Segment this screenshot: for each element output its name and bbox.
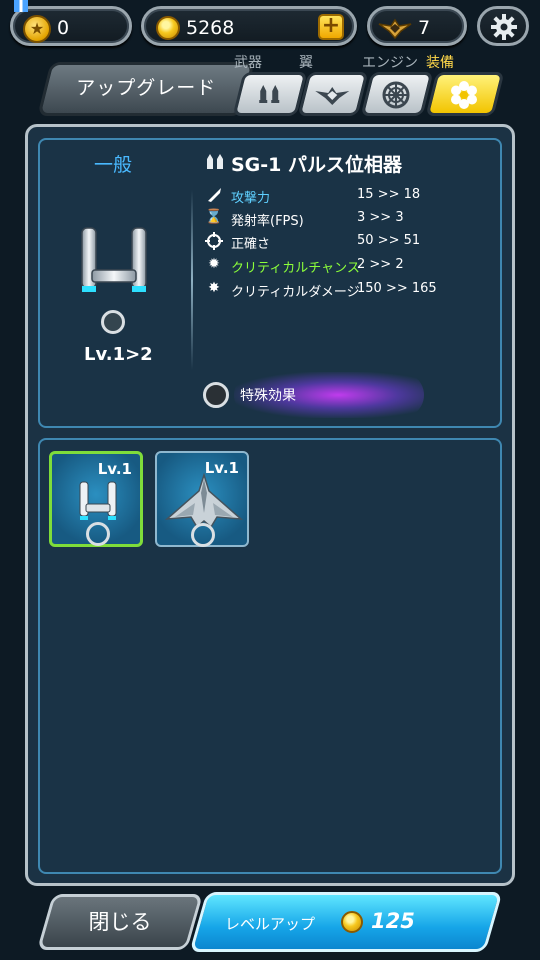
stat-label: クリティカルダメージ: [231, 285, 360, 300]
flower-gear-icon: [451, 81, 478, 109]
special-effect-label: 特殊効果: [240, 388, 296, 404]
upgrade-slot-ring-icon: [101, 310, 125, 334]
item-name: SG-1 パルス位相器: [231, 154, 403, 176]
item-level-change: Lv.1>2: [84, 344, 153, 365]
level-up-cost: 125: [371, 909, 415, 933]
star-medal-icon: ★: [23, 15, 51, 43]
coin-icon: [341, 911, 363, 933]
tab-equipment[interactable]: [425, 72, 505, 116]
jet-fighter-icon: [165, 473, 243, 529]
pulse-phaser-icon: [81, 227, 147, 292]
medal-count: 0: [57, 17, 70, 39]
tab-equipment-label: 装備: [426, 55, 454, 71]
stat-value: 150 >> 165: [357, 281, 437, 296]
hourglass-icon: ⌛: [205, 209, 223, 225]
stat-label: 発射率(FPS): [231, 214, 304, 229]
settings-button[interactable]: [477, 6, 529, 46]
stat-value: 15 >> 18: [357, 187, 421, 202]
coin-count: 5268: [186, 17, 235, 39]
coin-counter: 5268 +: [141, 6, 357, 46]
stat-label: クリティカルチャンス: [231, 261, 360, 276]
item-rank: 一般: [94, 154, 133, 176]
level-up-button[interactable]: レベルアップ 125: [189, 892, 503, 952]
stat-row-crit-chance: ✹ クリティカルチャンス 2 >> 2: [205, 256, 455, 276]
medal-ribbon-icon: [14, 0, 28, 12]
bullet-icon: [205, 186, 223, 208]
stat-row-accuracy: 正確さ 50 >> 51: [205, 232, 455, 252]
rank-points-count: 7: [418, 17, 431, 39]
level-up-label: レベルアップ: [225, 915, 316, 933]
rank-points-counter: 7: [367, 6, 467, 46]
tab-wings[interactable]: [297, 72, 369, 116]
add-coins-button[interactable]: +: [318, 14, 344, 40]
stat-row-fire-rate: ⌛ 発射率(FPS) 3 >> 3: [205, 209, 455, 229]
tab-weapons[interactable]: [232, 72, 308, 116]
stat-value: 50 >> 51: [357, 233, 421, 248]
medal-counter: ★ 0: [10, 6, 132, 46]
burst-icon: ✸: [208, 280, 220, 296]
missiles-icon: [207, 154, 223, 169]
inventory-item-jet-fighter[interactable]: Lv.1: [155, 451, 249, 547]
tab-engine-label: エンジン: [362, 55, 418, 71]
gear-icon: [491, 14, 517, 40]
wings-badge-icon: [378, 18, 412, 40]
panel-divider: [191, 190, 193, 370]
close-button-label: 閉じる: [88, 910, 152, 934]
stat-value: 3 >> 3: [357, 210, 404, 225]
tab-wings-label: 翼: [299, 55, 313, 71]
burst-outline-icon: ✹: [208, 256, 220, 272]
slot-ring-icon: [86, 522, 110, 546]
stat-label: 正確さ: [231, 237, 271, 252]
special-effect-slot-icon: [203, 382, 229, 408]
pulse-phaser-icon: [79, 481, 117, 520]
slot-ring-icon: [191, 523, 215, 547]
tab-upgrade[interactable]: アップグレード: [37, 62, 255, 116]
tab-upgrade-label: アップグレード: [76, 77, 217, 99]
tab-weapons-label: 武器: [234, 55, 262, 71]
item-level-badge: Lv.1: [97, 460, 132, 478]
stat-row-crit-damage: ✸ クリティカルダメージ 150 >> 165: [205, 280, 455, 300]
inventory-item-pulse-phaser[interactable]: Lv.1: [49, 451, 143, 547]
missiles-icon: [259, 85, 280, 103]
wings-icon: [315, 87, 350, 105]
tab-engine[interactable]: [360, 72, 434, 116]
crosshair-icon: [205, 232, 223, 254]
stat-label: 攻撃力: [231, 191, 271, 206]
stat-value: 2 >> 2: [357, 257, 404, 272]
turbine-icon: [382, 81, 410, 109]
coin-icon: [156, 16, 180, 40]
close-button[interactable]: 閉じる: [36, 894, 204, 950]
stat-row-attack: 攻撃力 15 >> 18: [205, 186, 455, 206]
